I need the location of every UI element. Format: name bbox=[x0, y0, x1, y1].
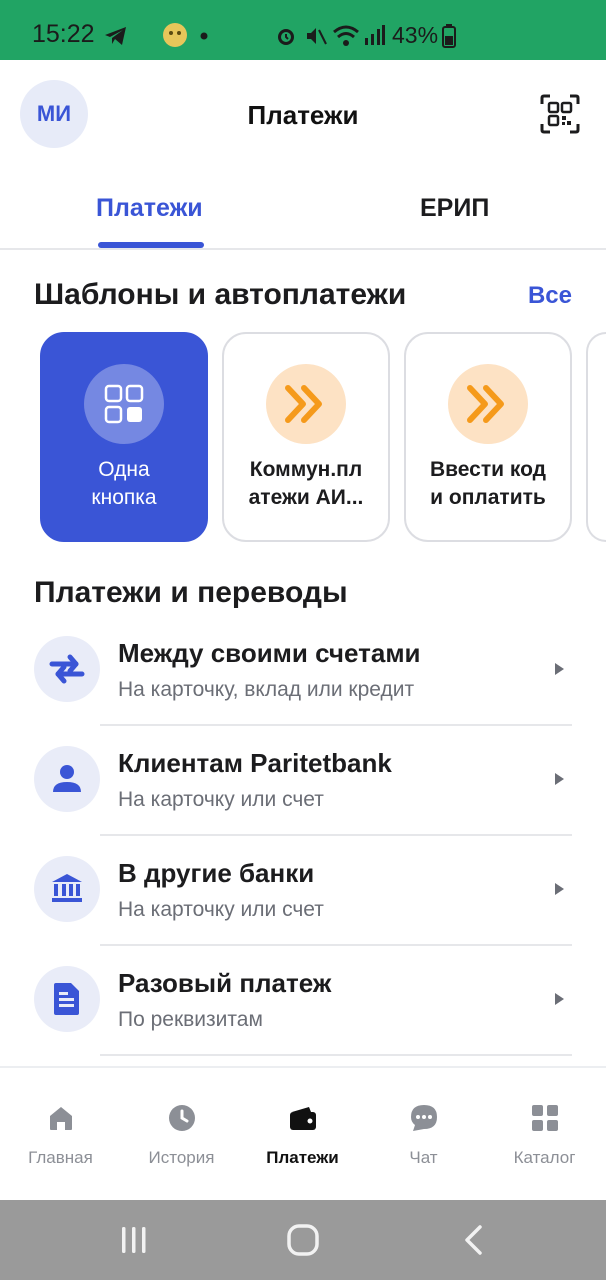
document-icon bbox=[34, 966, 100, 1032]
template-card-label: Ввести код и оплатить bbox=[429, 458, 547, 509]
chevron-right-icon bbox=[555, 993, 564, 1005]
list-item-subtitle: На карточку или счет bbox=[118, 898, 324, 921]
list-item-own-accounts[interactable]: Между своими счетами На карточку, вклад … bbox=[0, 636, 606, 746]
wifi-icon bbox=[333, 25, 359, 46]
chevron-right-icon bbox=[555, 663, 564, 675]
list-item-title: Между своими счетами bbox=[118, 638, 421, 668]
grid-icon bbox=[84, 364, 164, 444]
nav-label: История bbox=[148, 1148, 215, 1167]
list-item-subtitle: На карточку или счет bbox=[118, 788, 324, 811]
nav-label: Чат bbox=[409, 1148, 438, 1167]
divider bbox=[100, 1054, 572, 1056]
nav-chat[interactable]: Чат bbox=[363, 1068, 484, 1202]
status-time: 15:22 bbox=[32, 20, 95, 48]
nav-home[interactable]: Главная bbox=[0, 1068, 121, 1202]
list-item-one-time-payment[interactable]: Разовый платеж По реквизитам bbox=[0, 966, 606, 1076]
nav-label: Платежи bbox=[266, 1148, 339, 1167]
status-bar: 15:22 43% bbox=[0, 0, 606, 60]
tab-bar: Платежи ЕРИП bbox=[0, 172, 606, 250]
templates-section-title: Шаблоны и автоплатежи bbox=[34, 278, 407, 311]
home-icon bbox=[49, 1107, 72, 1130]
divider bbox=[100, 724, 572, 726]
list-item-subtitle: По реквизитам bbox=[118, 1008, 263, 1031]
template-card-one-button[interactable]: Одна кнопка bbox=[40, 332, 208, 542]
list-item-title: В другие банки bbox=[118, 858, 315, 888]
qr-code-icon[interactable] bbox=[540, 94, 580, 134]
system-nav-bar bbox=[0, 1200, 606, 1280]
template-card-label: Коммун.пл атежи АИ... bbox=[248, 458, 364, 509]
alarm-icon bbox=[278, 29, 294, 45]
list-item-other-banks[interactable]: В другие банки На карточку или счет bbox=[0, 856, 606, 966]
bottom-nav: Главная История Платежи Чат Каталог bbox=[0, 1066, 606, 1200]
active-tab-indicator bbox=[98, 242, 204, 248]
template-card-enter-code[interactable]: Ввести код и оплатить bbox=[404, 332, 572, 542]
nav-payments[interactable]: Платежи bbox=[242, 1068, 363, 1202]
home-button-icon[interactable] bbox=[285, 1222, 321, 1258]
clock-icon bbox=[168, 1105, 195, 1131]
telegram-icon bbox=[105, 27, 126, 45]
avatar-sticker-icon bbox=[163, 23, 187, 47]
chevron-right-icon bbox=[555, 773, 564, 785]
catalog-grid-icon bbox=[531, 1105, 558, 1131]
nav-catalog[interactable]: Каталог bbox=[484, 1068, 605, 1202]
divider bbox=[100, 834, 572, 836]
list-item-paritetbank-clients[interactable]: Клиентам Paritetbank На карточку или сче… bbox=[0, 746, 606, 856]
nav-history[interactable]: История bbox=[121, 1068, 242, 1202]
nav-label: Каталог bbox=[513, 1148, 576, 1167]
list-item-subtitle: На карточку, вклад или кредит bbox=[118, 678, 415, 701]
template-card-utilities[interactable]: Коммун.пл атежи АИ... bbox=[222, 332, 390, 542]
double-chevron-icon bbox=[266, 364, 346, 444]
transfer-arrows-icon bbox=[34, 636, 100, 702]
page-title: Платежи bbox=[247, 100, 359, 130]
back-icon[interactable] bbox=[456, 1222, 492, 1258]
person-icon bbox=[34, 746, 100, 812]
list-item-title: Клиентам Paritetbank bbox=[118, 748, 392, 778]
all-templates-link[interactable]: Все bbox=[528, 282, 572, 310]
app-header: МИ Платежи bbox=[0, 60, 606, 172]
nav-label: Главная bbox=[28, 1148, 93, 1167]
tab-erip[interactable]: ЕРИП bbox=[420, 194, 489, 223]
battery-percent: 43% bbox=[392, 22, 439, 48]
mute-icon bbox=[307, 28, 327, 45]
recent-apps-icon[interactable] bbox=[116, 1222, 152, 1258]
double-chevron-icon bbox=[448, 364, 528, 444]
list-item-title: Разовый платеж bbox=[118, 968, 332, 998]
template-card-partial[interactable] bbox=[586, 332, 606, 542]
signal-icon bbox=[365, 25, 385, 45]
transfers-section-title: Платежи и переводы bbox=[34, 576, 348, 609]
template-card-label: Одна кнопка bbox=[91, 458, 157, 509]
battery-icon bbox=[442, 24, 456, 48]
chevron-right-icon bbox=[555, 883, 564, 895]
tab-payments[interactable]: Платежи bbox=[96, 194, 203, 223]
divider bbox=[100, 944, 572, 946]
bank-icon bbox=[34, 856, 100, 922]
wallet-icon bbox=[289, 1107, 316, 1130]
chat-icon bbox=[410, 1105, 437, 1131]
dot-icon bbox=[200, 32, 208, 40]
